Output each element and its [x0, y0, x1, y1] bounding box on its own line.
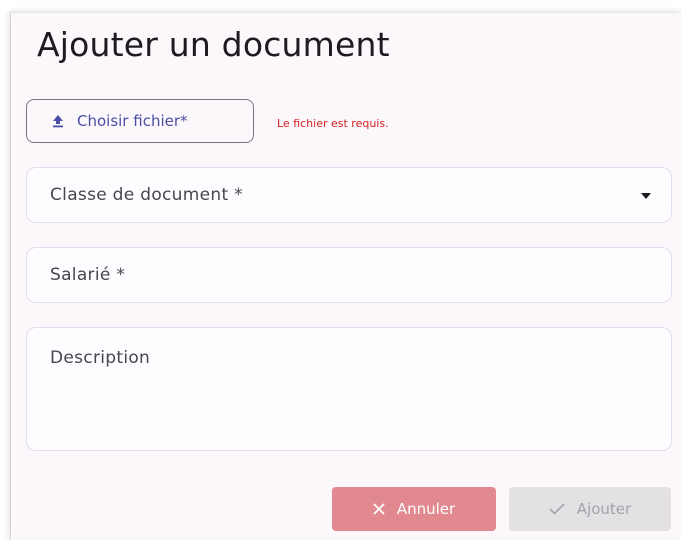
check-icon — [549, 503, 565, 515]
employee-input[interactable]: Salarié * — [26, 247, 672, 303]
dialog-title: Ajouter un document — [37, 25, 390, 64]
cancel-button[interactable]: Annuler — [332, 487, 496, 531]
close-icon — [373, 503, 385, 515]
description-textarea[interactable]: Description — [26, 327, 672, 451]
choose-file-label: Choisir fichier* — [77, 112, 188, 130]
upload-icon — [53, 115, 63, 128]
add-document-dialog: Ajouter un document Choisir fichier* Le … — [10, 12, 681, 540]
document-class-label: Classe de document * — [50, 185, 243, 205]
add-button[interactable]: Ajouter — [509, 487, 671, 531]
dropdown-caret-icon — [641, 193, 651, 199]
file-required-error: Le fichier est requis. — [277, 117, 389, 130]
document-class-select[interactable]: Classe de document * — [26, 167, 672, 223]
add-label: Ajouter — [576, 500, 632, 518]
choose-file-button[interactable]: Choisir fichier* — [26, 99, 254, 143]
employee-label: Salarié * — [50, 265, 126, 285]
description-label: Description — [50, 348, 151, 368]
cancel-label: Annuler — [396, 500, 456, 518]
